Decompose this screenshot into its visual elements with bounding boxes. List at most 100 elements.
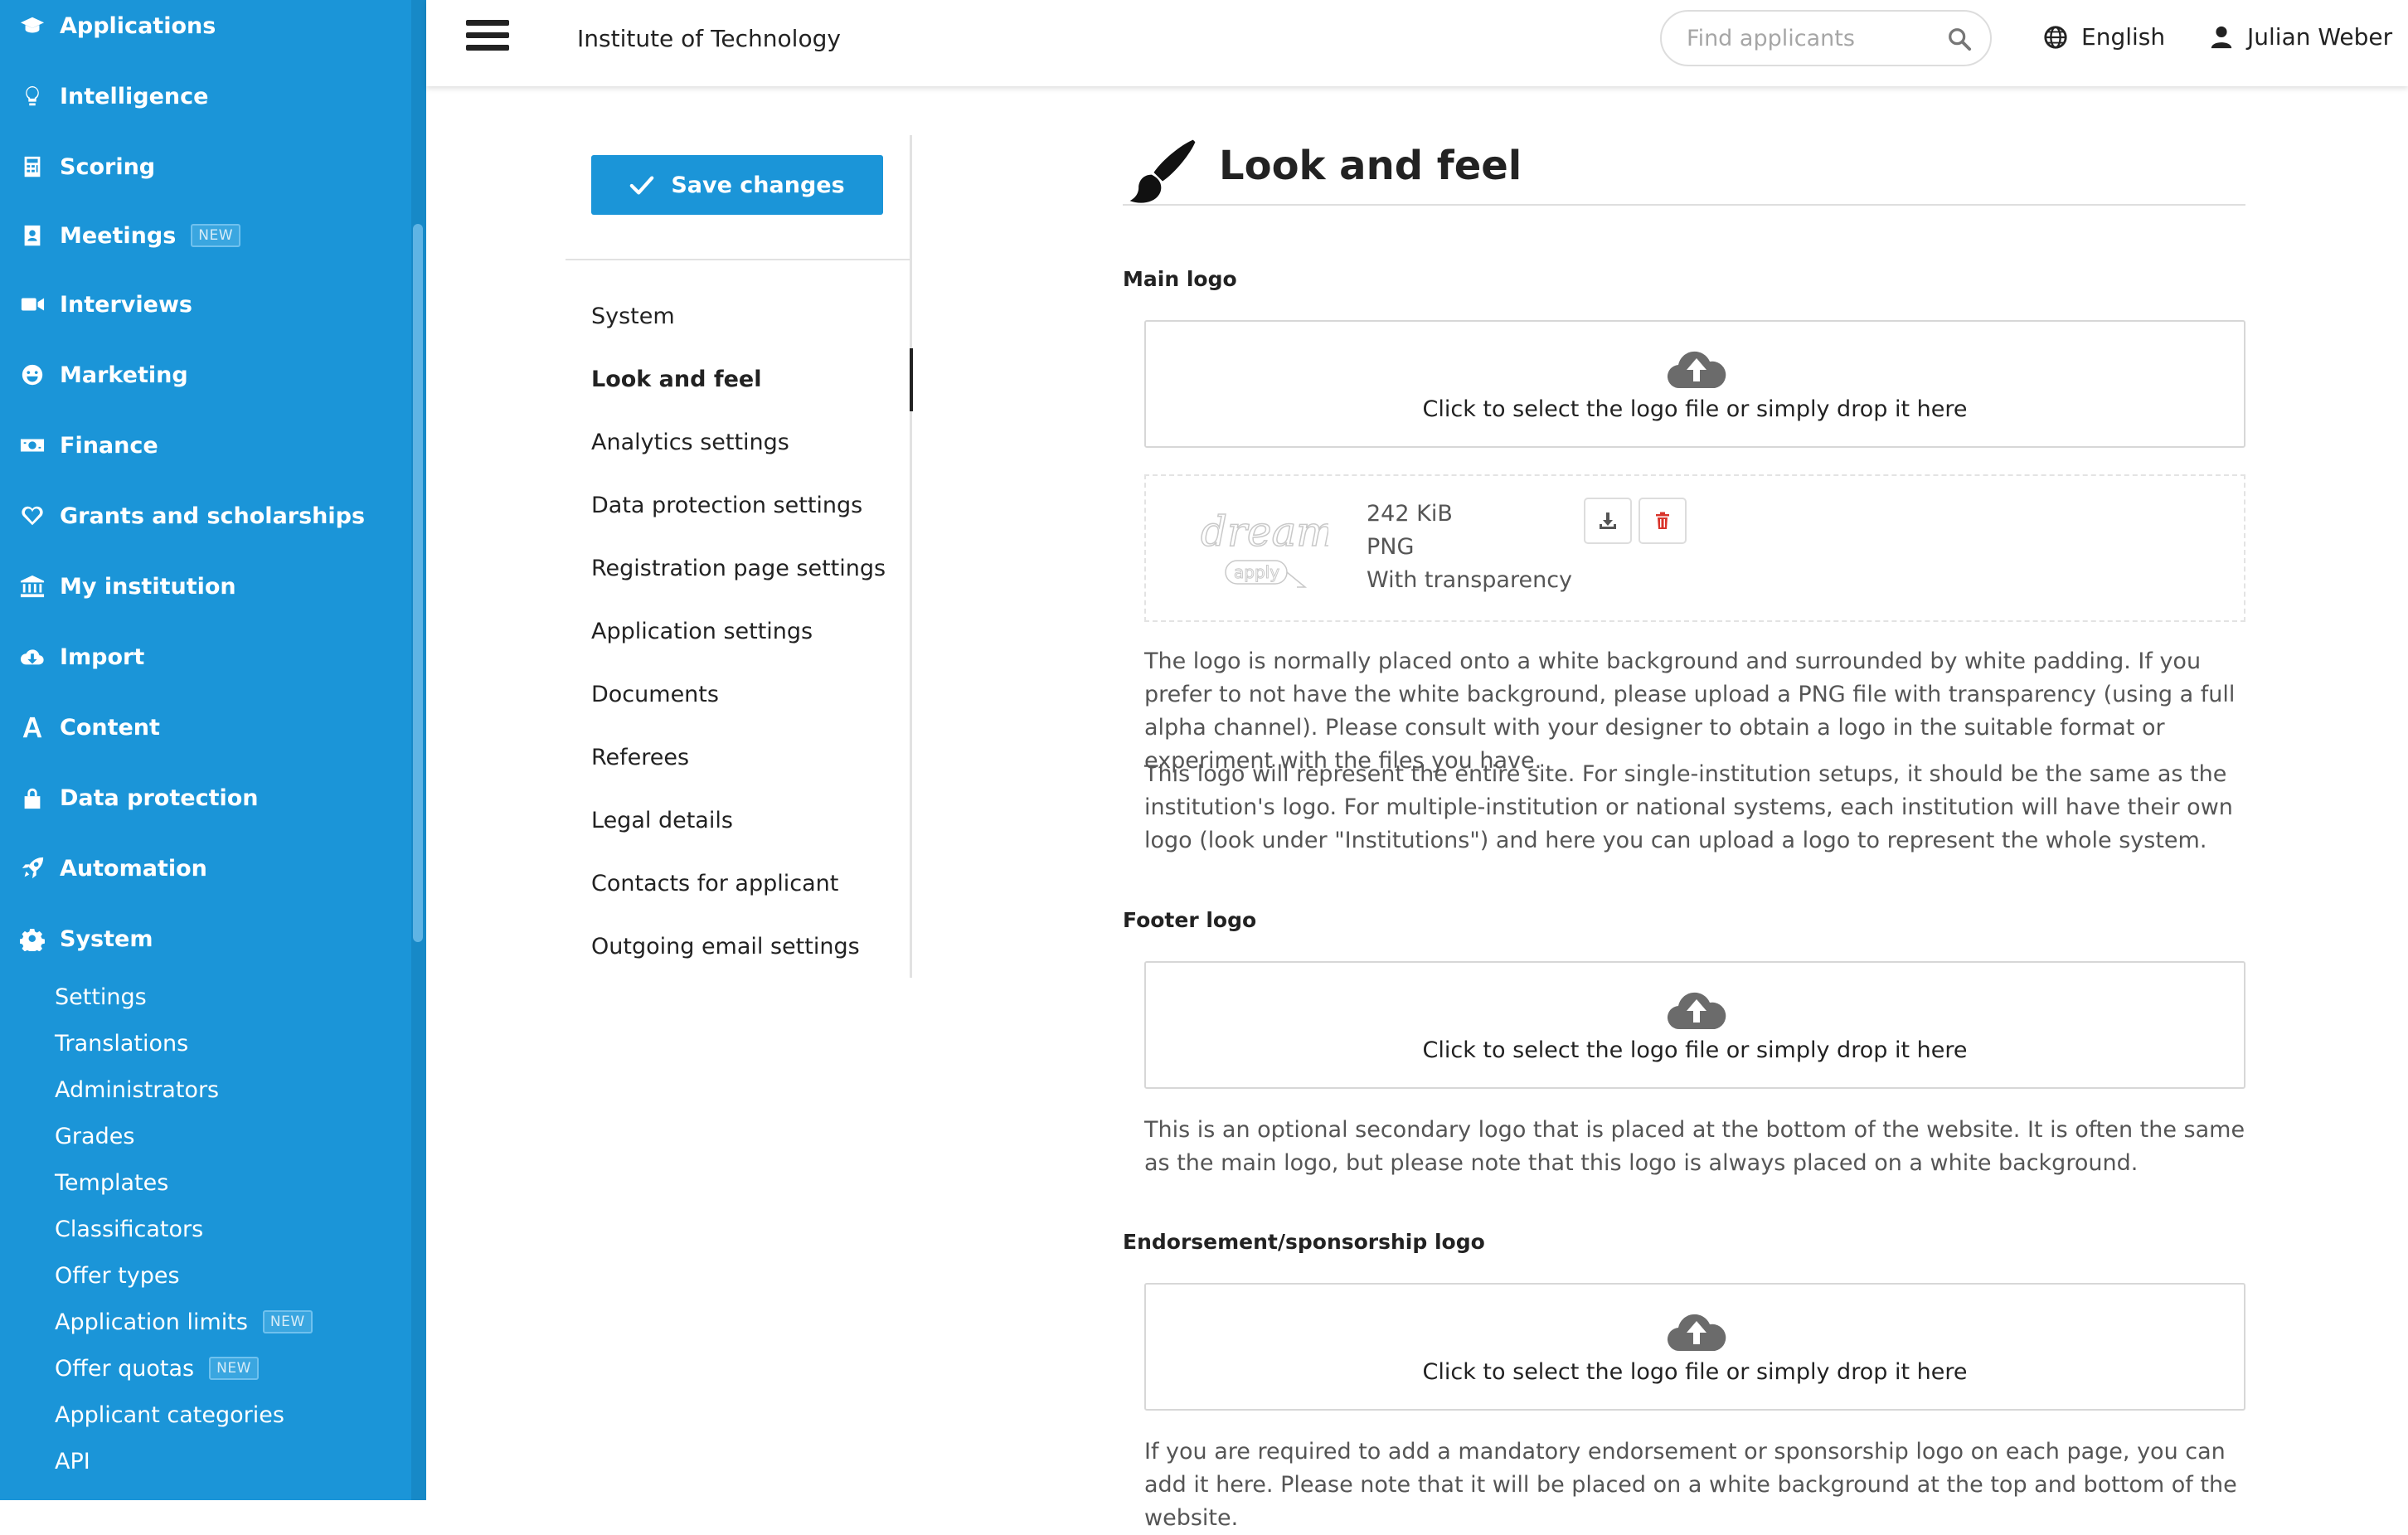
sidebar-item-finance[interactable]: Finance	[18, 420, 158, 470]
cloud-upload-icon	[1667, 1314, 1726, 1352]
sidebar-item-import[interactable]: Import	[18, 632, 144, 682]
sidebar-subitem-offer-quotas[interactable]: Offer quotas NEW	[55, 1350, 259, 1387]
dropzone-text: Click to select the logo file or simply …	[1422, 1037, 1968, 1063]
sidebar-subitem-label: Grades	[55, 1123, 135, 1149]
sidebar-subitem-classificators[interactable]: Classificators	[55, 1211, 203, 1247]
logo-thumbnail-text: dream	[1201, 508, 1328, 556]
paint-brush-icon	[1129, 139, 1196, 203]
sidebar-subitem-label: Administrators	[55, 1076, 220, 1103]
main-logo-help-2: This logo will represent the entire site…	[1144, 761, 2233, 853]
settings-link-registration-page[interactable]: Registration page settings	[591, 556, 886, 581]
uploaded-logo-card: dream apply 242 KiB PNG With transparenc…	[1144, 474, 2245, 622]
save-button-label: Save changes	[671, 172, 845, 198]
delete-button[interactable]	[1639, 498, 1687, 544]
sidebar-item-label: Meetings	[60, 222, 177, 249]
search-input[interactable]	[1685, 24, 1937, 52]
sidebar-subitem-label: Offer types	[55, 1262, 180, 1289]
sidebar-item-label: Intelligence	[60, 83, 209, 109]
settings-link-documents[interactable]: Documents	[591, 682, 719, 707]
download-icon	[1600, 512, 1616, 529]
sidebar-subitem-application-limits[interactable]: Application limits NEW	[55, 1304, 313, 1340]
logo-thumbnail: dream apply	[1200, 507, 1328, 588]
settings-link-data-protection[interactable]: Data protection settings	[591, 493, 862, 518]
checkmark-icon	[630, 176, 654, 195]
settings-link-legal-details[interactable]: Legal details	[591, 808, 733, 833]
sidebar-item-label: Scoring	[60, 153, 156, 180]
sidebar-scrollbar[interactable]	[413, 224, 423, 942]
sidebar-item-grants[interactable]: Grants and scholarships	[18, 491, 365, 541]
settings-link-contacts[interactable]: Contacts for applicant	[591, 871, 838, 896]
new-badge: NEW	[191, 224, 241, 247]
endorsement-logo-label: Endorsement/sponsorship logo	[1123, 1230, 1485, 1254]
sidebar-item-marketing[interactable]: Marketing	[18, 350, 188, 400]
sidebar-subitem-label: Applicant categories	[55, 1401, 284, 1428]
save-button[interactable]: Save changes	[591, 155, 883, 215]
sidebar-item-content[interactable]: Content	[18, 702, 160, 752]
organization-name: Institute of Technology	[577, 25, 841, 52]
dropzone-text: Click to select the logo file or simply …	[1422, 396, 1968, 422]
lightbulb-icon	[18, 82, 46, 110]
page-title: Look and feel	[1219, 143, 1522, 189]
footer-logo-dropzone[interactable]: Click to select the logo file or simply …	[1144, 961, 2245, 1089]
sidebar-item-system[interactable]: System	[18, 914, 153, 964]
sidebar-subitem-applicant-categories[interactable]: Applicant categories	[55, 1397, 284, 1433]
sidebar-subitem-templates[interactable]: Templates	[55, 1164, 168, 1201]
sidebar-subitem-label: API	[55, 1448, 90, 1474]
sidebar-subitem-administrators[interactable]: Administrators	[55, 1071, 219, 1108]
sidebar-item-label: Grants and scholarships	[60, 503, 366, 529]
sidebar-subitem-label: Templates	[55, 1169, 169, 1196]
sidebar-item-label: System	[60, 925, 153, 952]
divider	[566, 259, 910, 260]
search-icon[interactable]	[1947, 27, 1972, 51]
sidebar-item-interviews[interactable]: Interviews	[18, 279, 192, 329]
sidebar-subitem-label: Offer quotas	[55, 1355, 195, 1382]
sidebar-subitem-translations[interactable]: Translations	[55, 1025, 188, 1061]
new-badge: NEW	[262, 1310, 313, 1333]
address-book-icon	[18, 221, 46, 250]
page-header: Look and feel	[1123, 133, 2245, 206]
settings-link-referees[interactable]: Referees	[591, 745, 689, 770]
active-tab-indicator	[910, 348, 913, 411]
user-menu[interactable]: Julian Weber	[2209, 23, 2392, 51]
cloud-upload-icon	[1667, 992, 1726, 1030]
institution-icon	[18, 572, 46, 600]
sidebar-subitem-label: Application limits	[55, 1309, 248, 1335]
settings-link-analytics[interactable]: Analytics settings	[591, 430, 789, 455]
sidebar-item-label: Interviews	[60, 291, 192, 318]
sidebar-item-scoring[interactable]: Scoring	[18, 142, 155, 192]
cloud-download-icon	[18, 643, 46, 671]
sidebar-item-label: Automation	[60, 855, 207, 882]
sidebar-item-my-institution[interactable]: My institution	[18, 561, 236, 611]
settings-link-system[interactable]: System	[591, 304, 675, 329]
money-bill-icon	[18, 431, 46, 459]
sidebar-item-label: Content	[60, 714, 160, 741]
sidebar-item-meetings[interactable]: Meetings NEW	[18, 211, 241, 260]
sidebar-item-label: Data protection	[60, 785, 259, 811]
sidebar-item-applications[interactable]: Applications	[18, 1, 216, 51]
sidebar-subitem-offer-types[interactable]: Offer types	[55, 1257, 180, 1294]
settings-link-outgoing-email[interactable]: Outgoing email settings	[591, 934, 860, 959]
sidebar-subitem-settings[interactable]: Settings	[55, 979, 147, 1015]
main-logo-label: Main logo	[1123, 267, 1237, 291]
user-name: Julian Weber	[2247, 23, 2393, 51]
sidebar-item-data-protection[interactable]: Data protection	[18, 773, 259, 823]
settings-link-application[interactable]: Application settings	[591, 619, 813, 644]
endorsement-logo-dropzone[interactable]: Click to select the logo file or simply …	[1144, 1283, 2245, 1411]
language-selector[interactable]: English	[2043, 23, 2165, 51]
footer-logo-help: This is an optional secondary logo that …	[1144, 1117, 2245, 1176]
rocket-icon	[18, 854, 46, 882]
sidebar-subitem-api[interactable]: API	[55, 1443, 90, 1479]
download-button[interactable]	[1584, 498, 1632, 544]
lock-icon	[18, 784, 46, 812]
menu-toggle-icon[interactable]	[466, 20, 509, 56]
sidebar-subitem-grades[interactable]: Grades	[55, 1118, 134, 1154]
main-logo-dropzone[interactable]: Click to select the logo file or simply …	[1144, 320, 2245, 448]
sidebar-subitem-label: Settings	[55, 984, 147, 1010]
sidebar-item-automation[interactable]: Automation	[18, 843, 207, 893]
sidebar: Applications Intelligence Scoring Meetin…	[0, 0, 411, 1500]
sidebar-item-intelligence[interactable]: Intelligence	[18, 71, 208, 121]
user-icon	[2211, 26, 2232, 48]
settings-link-look-and-feel[interactable]: Look and feel	[591, 367, 761, 392]
graduation-cap-icon	[18, 12, 46, 40]
settings-nav-border	[910, 135, 912, 978]
